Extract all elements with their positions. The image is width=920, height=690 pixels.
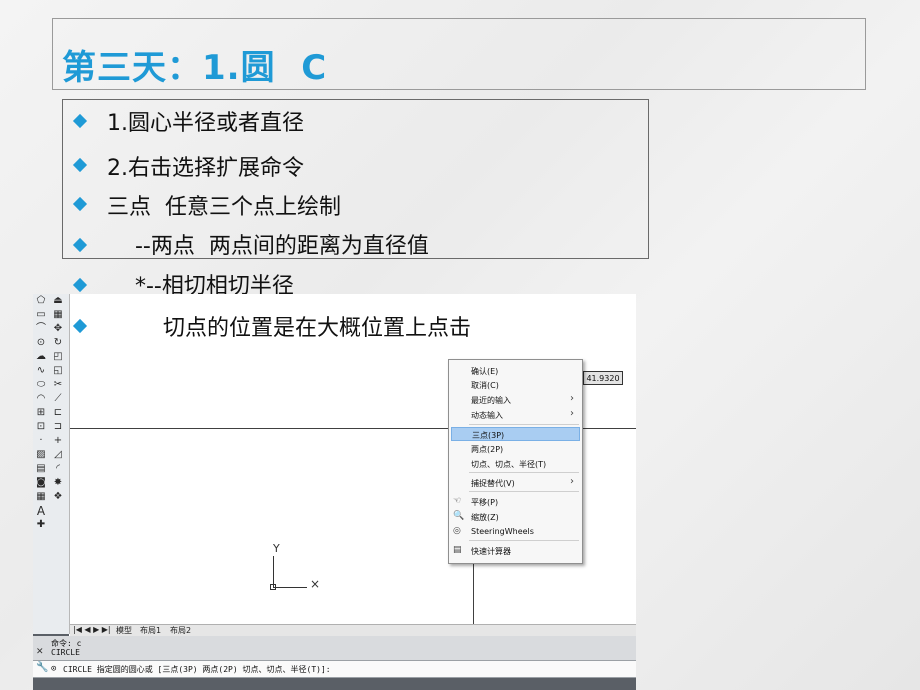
rectangle-icon[interactable]: ▭	[36, 310, 46, 320]
grid-icon[interactable]: ▦	[53, 310, 63, 320]
context-menu: 确认(E) 取消(C) 最近的输入 › 动态输入 › 三点(3P) 两点(2P)…	[448, 359, 583, 564]
tab-layout2[interactable]: 布局2	[170, 625, 191, 636]
command-input[interactable]: ⊙ CIRCLE 指定圆的圆心或 [三点(3P) 两点(2P) 切点、切点、半径…	[33, 661, 636, 678]
menu-item-two-point[interactable]: 两点(2P)	[449, 442, 582, 456]
bullet-item: 切点的位置是在大概位置上点击	[107, 316, 471, 341]
menu-item-tan-tan-radius[interactable]: 切点、切点、半径(T)	[449, 457, 582, 471]
gradient-icon[interactable]: ▤	[36, 464, 46, 474]
hatch-icon[interactable]: ▨	[36, 450, 46, 460]
extend-icon[interactable]: ⟋	[53, 394, 63, 404]
close-icon[interactable]: ✕	[36, 647, 44, 657]
make-block-icon[interactable]: ⊡	[36, 422, 46, 432]
bullet-item: 三点 任意三个点上绘制	[107, 195, 341, 220]
menu-item-recent-input[interactable]: 最近的输入 ›	[449, 393, 582, 407]
menu-separator	[469, 472, 579, 473]
tab-model[interactable]: 模型	[116, 625, 132, 636]
menu-item-snap-override[interactable]: 捕捉替代(V) ›	[449, 476, 582, 490]
menu-item-three-point[interactable]: 三点(3P)	[451, 427, 580, 441]
break-icon[interactable]: ⊏	[53, 408, 63, 418]
region-icon[interactable]: ◙	[36, 478, 46, 488]
ellipse-icon[interactable]: ⬭	[36, 380, 46, 390]
text-icon[interactable]: A	[36, 505, 46, 517]
submenu-arrow-icon: ›	[570, 393, 574, 404]
pan-icon: ☜	[453, 496, 462, 506]
zoom-icon: 🔍	[453, 511, 465, 521]
move-icon[interactable]: ✥	[53, 324, 63, 334]
menu-item-confirm[interactable]: 确认(E)	[449, 364, 582, 378]
polygon-icon[interactable]: ⬠	[36, 296, 46, 306]
cad-screenshot: ⬠ ⏏ ▭ ▦ ⌒ ✥ ⊙ ↻ ☁ ◰ ∿ ◱ ⬭ ✂ ◠ ⟋ ⊞ ⊏ ⊡ ⊐ …	[33, 294, 636, 690]
submenu-arrow-icon: ›	[570, 476, 574, 487]
table-icon[interactable]: ▦	[36, 492, 46, 502]
scale-icon[interactable]: ◰	[53, 352, 63, 362]
ucs-y-label: Y	[273, 542, 280, 555]
bullet-item: 2.右击选择扩展命令	[107, 156, 304, 181]
menu-item-zoom[interactable]: 🔍 缩放(Z)	[449, 510, 582, 524]
draw-toolbar: ⬠ ⏏ ▭ ▦ ⌒ ✥ ⊙ ↻ ☁ ◰ ∿ ◱ ⬭ ✂ ◠ ⟋ ⊞ ⊏ ⊡ ⊐ …	[33, 294, 70, 634]
stretch-icon[interactable]: ◱	[53, 366, 63, 376]
arc-icon[interactable]: ⌒	[36, 324, 46, 334]
menu-separator	[469, 540, 579, 541]
slide-title: 第三天：1.圆 C	[62, 48, 328, 88]
revcloud-icon[interactable]: ☁	[36, 352, 46, 362]
tab-layout1[interactable]: 布局1	[140, 625, 161, 636]
spline-icon[interactable]: ∿	[36, 366, 46, 376]
menu-item-pan[interactable]: ☜ 平移(P)	[449, 495, 582, 509]
point-icon[interactable]: ·	[36, 436, 46, 446]
menu-separator	[469, 424, 579, 425]
wrench-icon[interactable]: 🔧	[36, 662, 48, 673]
explode-icon[interactable]: ✸	[53, 478, 63, 488]
menu-item-quick-calc[interactable]: ▤ 快速计算器	[449, 544, 582, 558]
ellipse-arc-icon[interactable]: ◠	[36, 394, 46, 404]
trim-icon[interactable]: ✂	[53, 380, 63, 390]
menu-item-steeringwheels[interactable]: ◎ SteeringWheels	[449, 525, 582, 539]
insert-block-icon[interactable]: ⊞	[36, 408, 46, 418]
blend-icon[interactable]: ◜	[53, 464, 63, 474]
menu-item-dynamic-input[interactable]: 动态输入 ›	[449, 408, 582, 422]
bullet-item: 1.圆心半径或者直径	[107, 111, 304, 136]
command-history: 命令: c CIRCLE	[33, 636, 636, 661]
command-prompt-icon: ⊙	[51, 664, 57, 674]
add-selected-icon[interactable]: ✚	[36, 520, 46, 530]
array-icon[interactable]: ❖	[53, 492, 63, 502]
menu-separator	[469, 491, 579, 492]
steeringwheels-icon: ◎	[453, 526, 461, 536]
calculator-icon: ▤	[453, 545, 462, 555]
ucs-x-label: ×	[310, 577, 321, 591]
rotate-icon[interactable]: ↻	[53, 338, 63, 348]
command-history-line: CIRCLE	[51, 648, 80, 657]
bullet-diamond-icon	[72, 277, 88, 293]
tab-nav-arrows[interactable]: |◀ ◀ ▶ ▶|	[73, 625, 111, 634]
ucs-x-axis	[273, 587, 307, 588]
bullet-item: --两点 两点间的距离为直径值	[107, 234, 429, 259]
command-prompt-text: CIRCLE 指定圆的圆心或 [三点(3P) 两点(2P) 切点、切点、半径(T…	[63, 665, 331, 674]
stamp-icon[interactable]: ⏏	[53, 296, 63, 306]
dimension-tooltip: 41.9320	[583, 371, 623, 385]
chamfer-icon[interactable]: +	[53, 436, 63, 446]
menu-item-cancel[interactable]: 取消(C)	[449, 378, 582, 392]
circle-icon[interactable]: ⊙	[36, 338, 46, 348]
submenu-arrow-icon: ›	[570, 408, 574, 419]
join-icon[interactable]: ⊐	[53, 422, 63, 432]
ucs-origin-icon	[270, 584, 276, 590]
fillet-icon[interactable]: ◿	[53, 450, 63, 460]
